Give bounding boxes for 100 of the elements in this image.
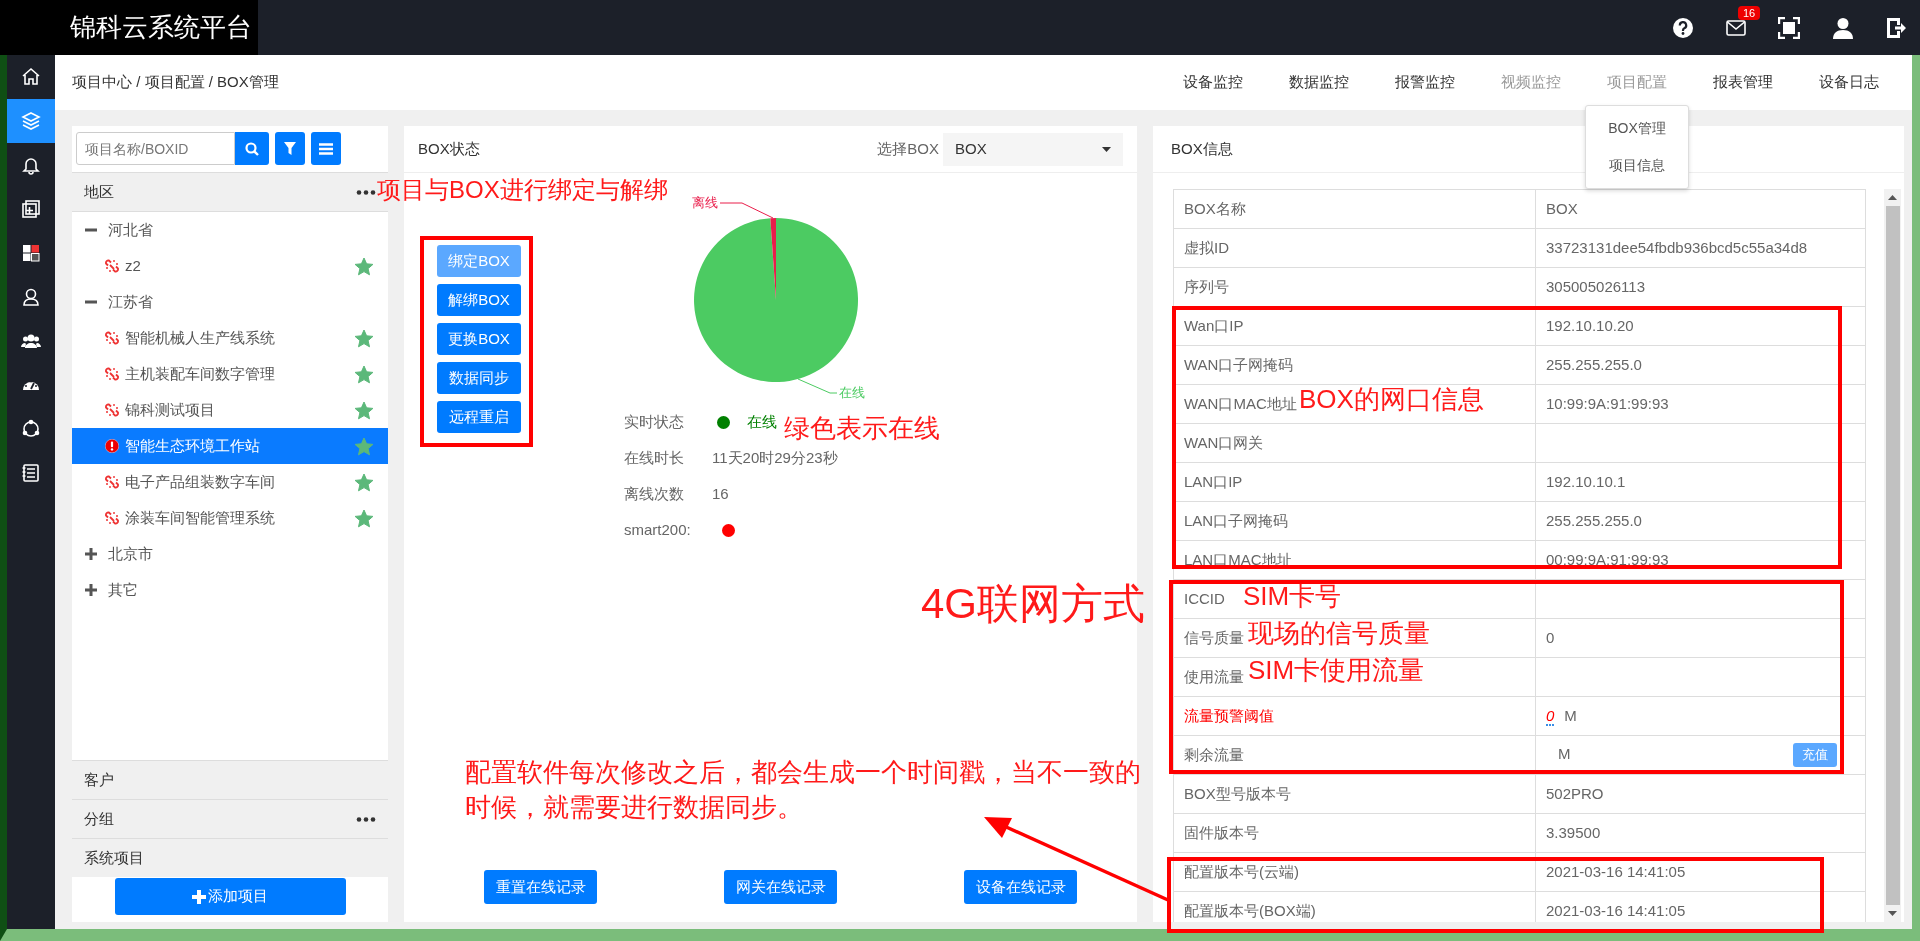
section-header[interactable]: 系统项目 [72, 838, 388, 877]
tree-item[interactable]: 涂装车间智能管理系统 [72, 500, 388, 536]
table-cell: WAN口网关 [1173, 423, 1536, 463]
mail-icon[interactable] [1726, 19, 1746, 36]
user-icon[interactable] [1832, 16, 1854, 39]
tree-item[interactable]: 主机装配车间数字管理 [72, 356, 388, 392]
table-cell: 流量预警阈值 [1173, 696, 1536, 736]
section-title: 分组 [84, 808, 114, 829]
unit-label: M [1558, 745, 1571, 762]
network-icon [21, 419, 41, 439]
menu-button[interactable] [311, 132, 341, 165]
table-cell: 10:99:9A:91:99:93 [1535, 384, 1866, 424]
table-cell: 虚拟ID [1173, 228, 1536, 268]
record-button[interactable]: 重置在线记录 [484, 870, 597, 904]
search-field[interactable]: 项目名称/BOXID [76, 132, 235, 165]
action-button[interactable]: 数据同步 [437, 362, 521, 394]
scrollbar[interactable] [1884, 189, 1901, 922]
star-icon[interactable] [354, 472, 374, 492]
table-cell: LAN口子网掩码 [1173, 501, 1536, 541]
fullscreen-icon[interactable] [1778, 16, 1800, 39]
tree-item[interactable]: 北京市 [72, 536, 388, 572]
nav-link[interactable]: 报警监控 [1372, 71, 1478, 94]
table-cell: 配置版本号(云端) [1173, 852, 1536, 892]
table-cell: 255.255.255.0 [1535, 345, 1866, 385]
help-icon[interactable] [1672, 16, 1694, 39]
nav-link[interactable]: 设备监控 [1160, 71, 1266, 94]
section-header[interactable]: 客户 [72, 760, 388, 799]
more-icon[interactable] [356, 189, 376, 195]
status-value: 11天20时29分23秒 [712, 447, 838, 468]
slice-label: 离线 [692, 195, 718, 210]
annotation-text: BOX的网口信息 [1299, 385, 1484, 415]
table-cell: LAN口IP [1173, 462, 1536, 502]
expand-icon[interactable] [84, 547, 98, 561]
star-icon[interactable] [354, 364, 374, 384]
expand-icon[interactable] [84, 583, 98, 597]
table-cell: WAN口子网掩码 [1173, 345, 1536, 385]
tree-item[interactable]: 智能生态环境工作站 [72, 428, 388, 464]
annotation-text: 4G联网方式 [921, 580, 1146, 629]
annotation-text: 现场的信号质量 [1248, 619, 1430, 649]
leader-line [797, 378, 838, 394]
box-select[interactable]: BOX [943, 132, 1123, 166]
tree-item[interactable]: 其它 [72, 572, 388, 608]
search-icon [245, 141, 259, 156]
record-button[interactable]: 网关在线记录 [724, 870, 837, 904]
star-icon[interactable] [354, 328, 374, 348]
star-icon[interactable] [354, 256, 374, 276]
filter-button[interactable] [275, 132, 305, 165]
tree-item[interactable]: 锦科测试项目 [72, 392, 388, 428]
tree-item[interactable]: 智能机械人生产线系统 [72, 320, 388, 356]
table-cell: 255.255.255.0 [1535, 501, 1866, 541]
record-button[interactable]: 设备在线记录 [964, 870, 1077, 904]
section-header[interactable]: 分组 [72, 799, 388, 838]
tree-item[interactable]: z2 [72, 248, 388, 284]
star-icon[interactable] [354, 400, 374, 420]
tree-item[interactable]: 电子产品组装数字车间 [72, 464, 388, 500]
table-cell: 502PRO [1535, 774, 1866, 814]
threshold-value[interactable]: 0 [1546, 706, 1555, 726]
add-project-button[interactable]: 添加项目 [114, 878, 346, 915]
logout-icon[interactable] [1886, 16, 1906, 39]
scroll-down-icon[interactable] [1888, 911, 1897, 916]
tree-label: 北京市 [108, 543, 154, 564]
breadcrumb: 项目中心 / 项目配置 / BOX管理 [72, 72, 279, 93]
tree-item[interactable]: 江苏省 [72, 284, 388, 320]
star-icon[interactable] [354, 436, 374, 456]
annotation-text: 绿色表示在线 [784, 414, 940, 444]
panel-title: BOX信息 [1170, 138, 1233, 159]
table-cell: BOX型号版本号 [1173, 774, 1536, 814]
table-cell: 剩余流量 [1173, 735, 1536, 775]
status-value: 16 [712, 483, 729, 504]
nav-link[interactable]: 报表管理 [1690, 71, 1796, 94]
search-button[interactable] [235, 132, 269, 165]
status-label: 离线次数 [624, 483, 685, 504]
action-button[interactable]: 更换BOX [437, 323, 521, 355]
nav-link[interactable]: 数据监控 [1266, 71, 1372, 94]
menu-item[interactable]: BOX管理 [1586, 110, 1688, 147]
tree-label: 主机装配车间数字管理 [125, 363, 276, 384]
tree-item[interactable]: 河北省 [72, 212, 388, 248]
status-value: 在线 [747, 411, 777, 432]
section-title: 地区 [84, 181, 114, 202]
action-button[interactable]: 远程重启 [437, 401, 521, 433]
slice-label: 在线 [839, 385, 865, 400]
table-cell: 192.10.10.20 [1535, 306, 1866, 346]
action-button[interactable]: 解绑BOX [437, 284, 521, 316]
tree-label: 江苏省 [108, 291, 154, 312]
tree-label: 河北省 [108, 219, 154, 240]
table-cell: 192.10.10.1 [1535, 462, 1866, 502]
table-cell: 33723131dee54fbdb936bcd5c55a34d8 [1535, 228, 1866, 268]
nav-link[interactable]: 设备日志 [1796, 71, 1902, 94]
more-icon[interactable] [356, 816, 376, 822]
star-icon[interactable] [354, 508, 374, 528]
layers-icon [21, 111, 41, 131]
caret-icon [1102, 146, 1111, 152]
leader-line [719, 202, 774, 219]
filter-icon [284, 142, 296, 155]
scroll-up-icon[interactable] [1888, 195, 1897, 200]
bell-icon [21, 155, 41, 175]
tree-label: 涂装车间智能管理系统 [125, 507, 276, 528]
home-icon [21, 67, 41, 87]
panel-title: BOX状态 [418, 138, 480, 159]
menu-item[interactable]: 项目信息 [1586, 147, 1688, 184]
